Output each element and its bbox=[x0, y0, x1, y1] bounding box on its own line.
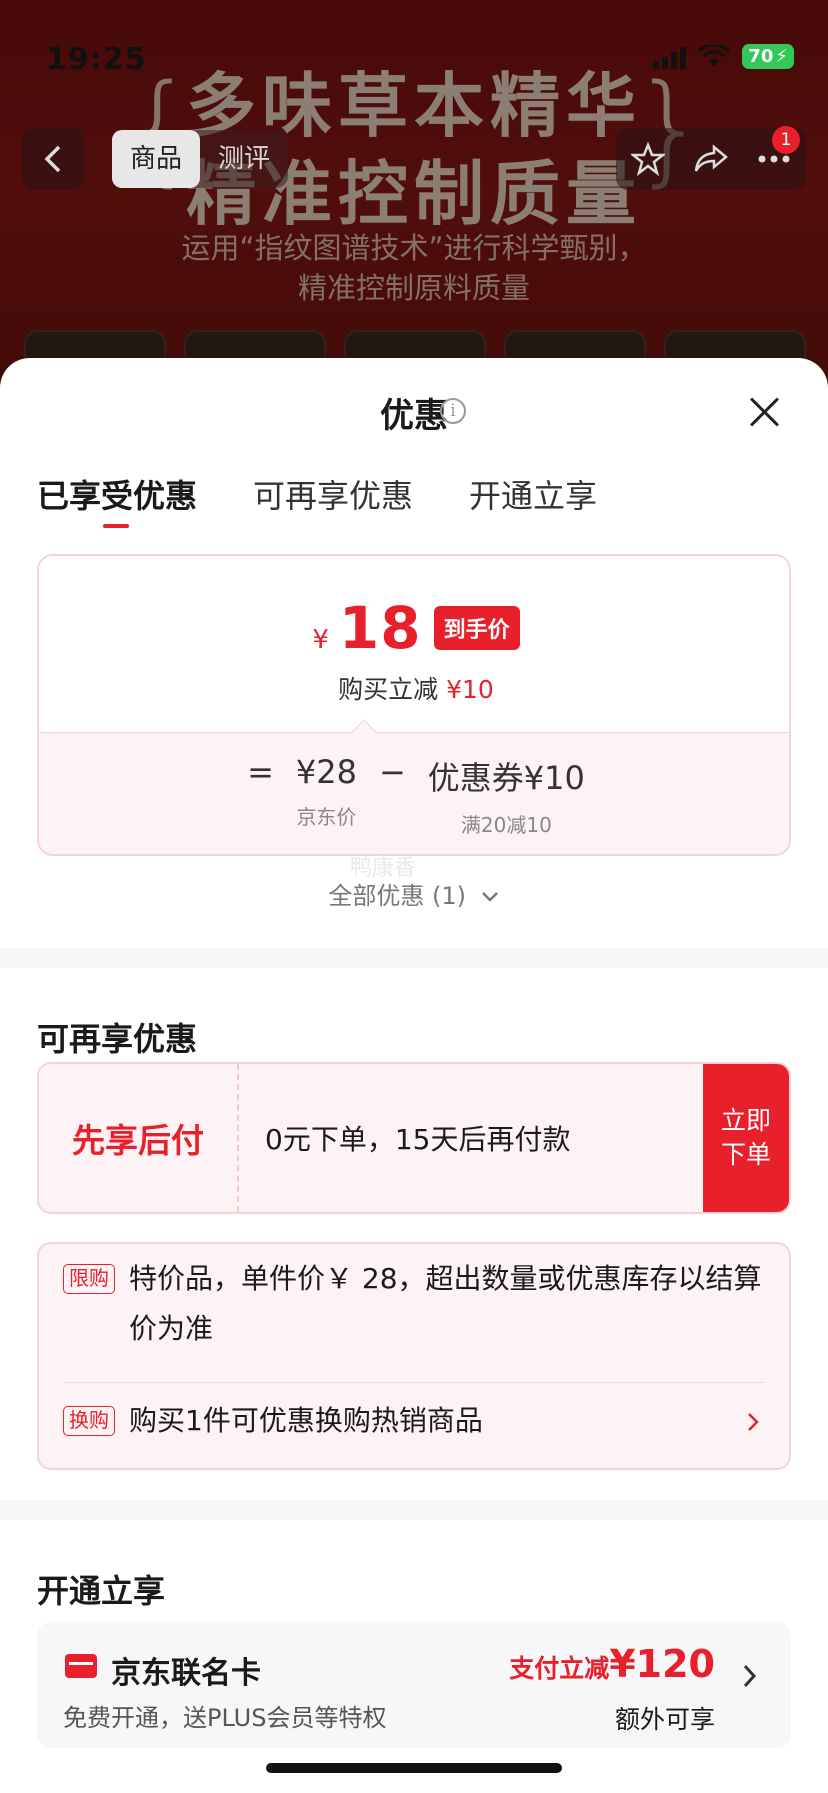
jd-price-label: 京东价 bbox=[296, 805, 357, 829]
notification-badge: 1 bbox=[772, 126, 800, 154]
pay-later-name: 先享后付 bbox=[39, 1064, 239, 1212]
chevron-left-icon bbox=[44, 145, 61, 173]
section-title-open: 开通立享 bbox=[37, 1572, 166, 1610]
status-time: 19:25 bbox=[46, 42, 147, 77]
discount-sheet: 优惠 i 已享受优惠 可再享优惠 开通立享 ¥ 18 到手价 购买立减 ¥10 … bbox=[0, 358, 828, 1793]
card-extra: 额外可享 bbox=[614, 1705, 715, 1734]
instant-discount-label: 购买立减 bbox=[338, 675, 439, 704]
tab-more-available[interactable]: 可再享优惠 bbox=[253, 468, 413, 524]
note-limit: 限购 特价品，单件价￥ 28，超出数量或优惠库存以结算价为准 bbox=[63, 1254, 765, 1354]
order-now-button[interactable]: 立即下单 bbox=[703, 1064, 789, 1212]
limit-tag: 限购 bbox=[63, 1264, 115, 1294]
final-price-tag: 到手价 bbox=[433, 606, 520, 650]
tab-review[interactable]: 测评 bbox=[200, 130, 288, 188]
tab-open-now[interactable]: 开通立享 bbox=[469, 468, 597, 524]
discount-tabs: 已享受优惠 可再享优惠 开通立享 bbox=[0, 468, 828, 540]
section-divider bbox=[0, 948, 828, 968]
instant-discount: 购买立减 ¥10 bbox=[39, 670, 789, 706]
back-button[interactable] bbox=[22, 128, 84, 190]
chevron-right-icon[interactable] bbox=[745, 1410, 761, 1434]
pay-later-desc: 0元下单，15天后再付款 bbox=[265, 1123, 571, 1156]
card-benefit: 免费开通，送PLUS会员等特权 bbox=[63, 1704, 387, 1732]
limit-text: 特价品，单件价￥ 28，超出数量或优惠库存以结算价为准 bbox=[129, 1262, 762, 1345]
chevron-down-icon bbox=[481, 892, 498, 902]
note-exchange[interactable]: 换购 购买1件可优惠换购热销商品 bbox=[63, 1396, 765, 1446]
promo-prefix: 支付立减 bbox=[509, 1654, 610, 1683]
share-icon[interactable] bbox=[694, 144, 728, 174]
card-promo: 支付立减 ¥120 bbox=[509, 1642, 715, 1686]
info-icon[interactable]: i bbox=[440, 398, 466, 424]
currency-symbol: ¥ bbox=[312, 625, 329, 655]
wifi-icon bbox=[698, 44, 731, 67]
equals-sign: = bbox=[247, 753, 274, 791]
minus-sign: − bbox=[378, 753, 406, 791]
final-price-card: ¥ 18 到手价 购买立减 ¥10 = ¥28 京东价 − 优惠券¥10 满20 bbox=[37, 554, 791, 856]
tab-product[interactable]: 商品 bbox=[112, 130, 201, 188]
sheet-title: 优惠 bbox=[380, 396, 448, 436]
card-name: 京东联名卡 bbox=[111, 1656, 261, 1691]
price-amount: 18 bbox=[338, 594, 422, 662]
pay-later-card: 先享后付 0元下单，15天后再付款 立即下单 bbox=[37, 1062, 791, 1214]
purchase-notes: 限购 特价品，单件价￥ 28，超出数量或优惠库存以结算价为准 换购 购买1件可优… bbox=[37, 1242, 791, 1470]
final-price: ¥ 18 到手价 bbox=[39, 594, 789, 662]
credit-card-icon bbox=[65, 1654, 97, 1678]
coupon-condition: 满20减10 bbox=[460, 813, 552, 837]
battery-icon: 70 ⚡ bbox=[742, 44, 794, 69]
product-page-background: { } 多味草本精华 精准控制质量 运用“指纹图谱技术”进行科学甄别， 精准控制… bbox=[0, 0, 828, 420]
jd-price: ¥28 bbox=[295, 753, 357, 791]
exchange-text: 购买1件可优惠换购热销商品 bbox=[129, 1404, 483, 1437]
more-icon[interactable] bbox=[757, 154, 791, 164]
exchange-tag: 换购 bbox=[63, 1406, 115, 1436]
section-divider bbox=[0, 1500, 828, 1520]
all-offers-toggle[interactable]: 全部优惠 (1) bbox=[0, 876, 828, 911]
home-indicator bbox=[266, 1763, 562, 1773]
section-title-more: 可再享优惠 bbox=[37, 1020, 198, 1058]
star-icon[interactable] bbox=[630, 142, 665, 176]
price-formula: = ¥28 京东价 − 优惠券¥10 满20减10 bbox=[39, 753, 789, 838]
all-offers-label: 全部优惠 (1) bbox=[328, 882, 466, 910]
instant-discount-amount: ¥10 bbox=[446, 675, 494, 704]
close-icon[interactable] bbox=[748, 396, 780, 428]
product-tabs: 商品 测评 bbox=[112, 130, 289, 188]
signal-icon bbox=[653, 45, 687, 69]
co-branded-card-offer[interactable]: 京东联名卡 免费开通，送PLUS会员等特权 支付立减 ¥120 额外可享 bbox=[37, 1622, 791, 1748]
status-bar: 19:25 70 ⚡ bbox=[0, 36, 828, 88]
promo-amount: ¥120 bbox=[609, 1642, 715, 1686]
battery-level: 70 bbox=[748, 46, 774, 67]
tab-enjoyed[interactable]: 已享受优惠 bbox=[37, 468, 197, 528]
chevron-right-icon bbox=[743, 1664, 757, 1688]
coupon-value: 优惠券¥10 bbox=[427, 759, 585, 797]
